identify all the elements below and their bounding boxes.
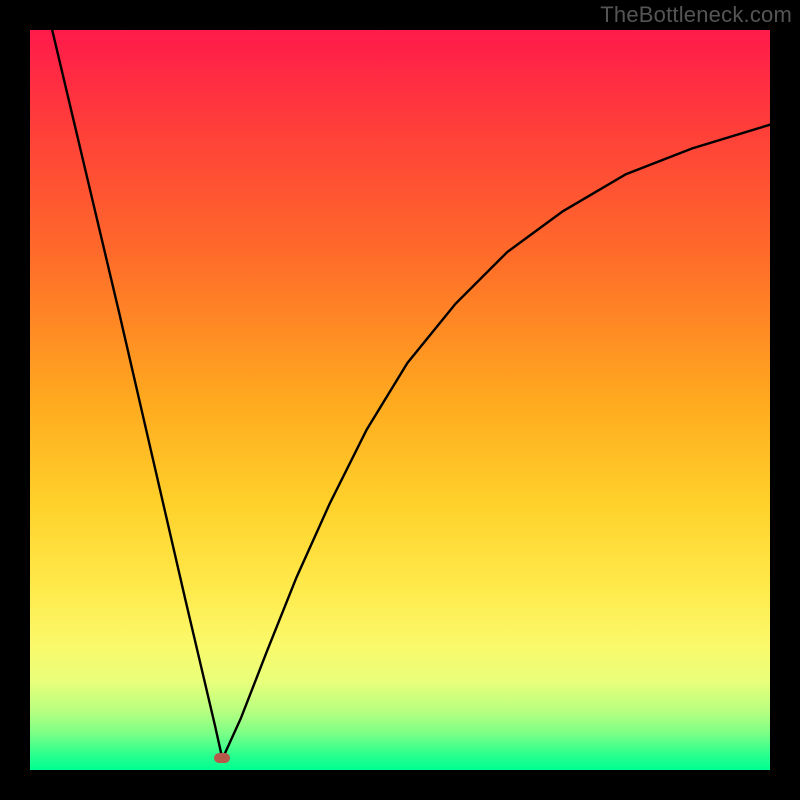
watermark-text: TheBottleneck.com	[600, 2, 792, 28]
plot-gradient-area	[30, 30, 770, 770]
chart-container: TheBottleneck.com	[0, 0, 800, 800]
